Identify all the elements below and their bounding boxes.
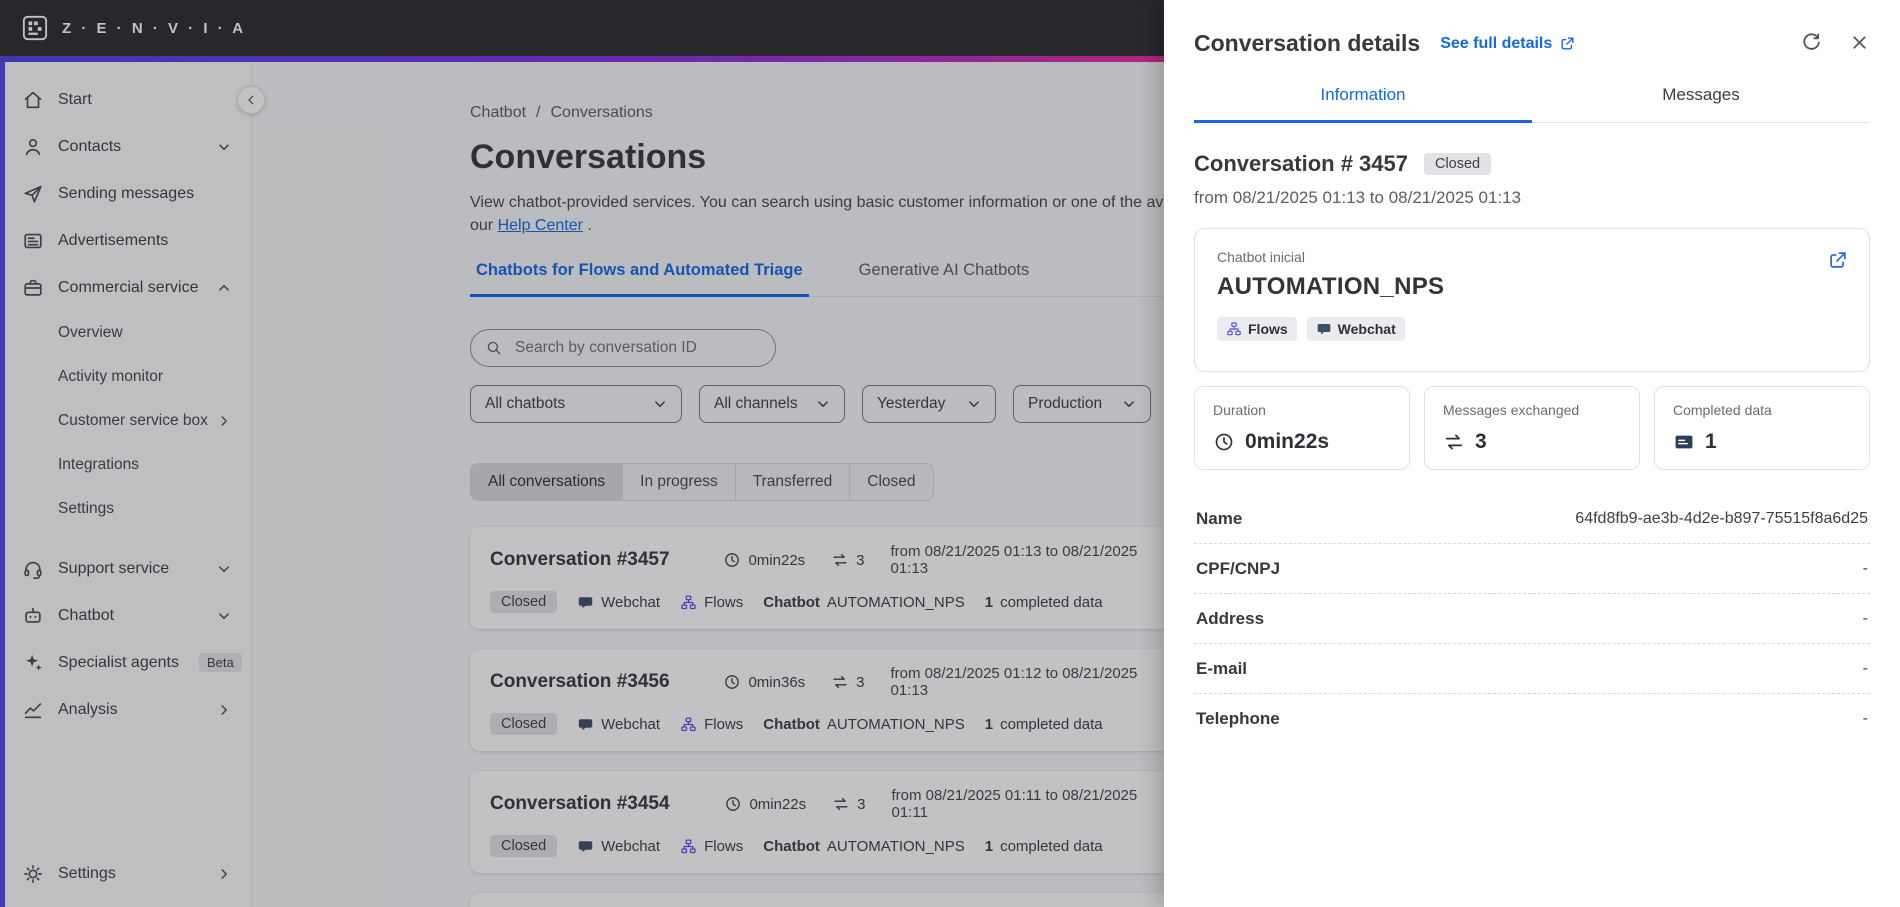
- stat-label: Messages exchanged: [1443, 402, 1580, 418]
- stats-row: Duration 0min22s Messages exchanged 3 Co…: [1194, 386, 1870, 470]
- drawer-conversation-header: Conversation # 3457 Closed: [1194, 151, 1870, 177]
- field-row-address: Address -: [1194, 594, 1870, 644]
- drawer-header: Conversation details See full details: [1194, 0, 1870, 57]
- field-label: E-mail: [1196, 659, 1248, 678]
- webchat-badge: Webchat: [1306, 317, 1405, 341]
- chatbot-card-label: Chatbot inicial: [1217, 249, 1305, 265]
- close-button[interactable]: [1849, 32, 1870, 56]
- stat-label: Duration: [1213, 402, 1266, 418]
- drawer-title: Conversation details: [1194, 30, 1421, 56]
- see-full-details-link[interactable]: See full details: [1440, 35, 1576, 53]
- chatbot-name: AUTOMATION_NPS: [1217, 273, 1445, 300]
- field-row-telephone: Telephone -: [1194, 694, 1870, 743]
- field-label: CPF/CNPJ: [1196, 559, 1281, 578]
- chatbot-card: Chatbot inicial AUTOMATION_NPS Flows Web…: [1194, 228, 1870, 372]
- conversation-details-drawer: Conversation details See full details In…: [1164, 0, 1900, 907]
- clock-icon: [1213, 431, 1235, 453]
- drawer-conversation-title: Conversation # 3457: [1194, 151, 1408, 176]
- field-label: Name: [1196, 509, 1243, 528]
- drawer-tabs: Information Messages: [1194, 85, 1870, 123]
- field-row-name: Name 64fd8fb9-ae3b-4d2e-b897-75515f8a6d2…: [1194, 494, 1870, 544]
- field-value: -: [1862, 610, 1868, 627]
- flows-icon: [1226, 321, 1242, 337]
- flows-badge-label: Flows: [1248, 321, 1288, 337]
- drawer-period: from 08/21/2025 01:13 to 08/21/2025 01:1…: [1194, 188, 1522, 207]
- stat-value: 3: [1475, 430, 1487, 453]
- drawer-status-badge: Closed: [1423, 153, 1492, 175]
- webchat-badge-label: Webchat: [1337, 321, 1396, 337]
- customer-fields-list: Name 64fd8fb9-ae3b-4d2e-b897-75515f8a6d2…: [1194, 494, 1870, 743]
- open-chatbot-button[interactable]: [1825, 247, 1851, 276]
- field-value: -: [1862, 710, 1868, 727]
- field-value: -: [1862, 660, 1868, 677]
- flows-badge: Flows: [1217, 317, 1297, 341]
- field-value: 64fd8fb9-ae3b-4d2e-b897-75515f8a6d25: [1575, 510, 1868, 527]
- field-row-cpf-cnpj: CPF/CNPJ -: [1194, 544, 1870, 594]
- modal-scrim[interactable]: [0, 0, 1164, 907]
- external-link-icon: [1559, 35, 1576, 52]
- stat-value: 1: [1705, 430, 1717, 453]
- chatbot-badges: Flows Webchat: [1217, 317, 1847, 341]
- tab-information[interactable]: Information: [1194, 85, 1532, 123]
- tab-label: Information: [1320, 85, 1406, 104]
- field-label: Telephone: [1196, 709, 1280, 728]
- completed-data-icon: [1673, 431, 1695, 453]
- drawer-actions: [1800, 31, 1870, 57]
- refresh-button[interactable]: [1800, 31, 1823, 57]
- webchat-icon: [1316, 321, 1332, 337]
- messages-exchanged-icon: [1443, 431, 1465, 453]
- field-label: Address: [1196, 609, 1265, 628]
- stat-label: Completed data: [1673, 402, 1772, 418]
- field-value: -: [1862, 560, 1868, 577]
- see-full-details-label: See full details: [1440, 34, 1553, 52]
- stat-value: 0min22s: [1245, 430, 1330, 453]
- duration-stat-card: Duration 0min22s: [1194, 386, 1410, 470]
- tab-label: Messages: [1662, 85, 1740, 104]
- messages-stat-card: Messages exchanged 3: [1424, 386, 1640, 470]
- completed-data-stat-card: Completed data 1: [1654, 386, 1870, 470]
- field-row-email: E-mail -: [1194, 644, 1870, 694]
- tab-messages[interactable]: Messages: [1532, 85, 1870, 123]
